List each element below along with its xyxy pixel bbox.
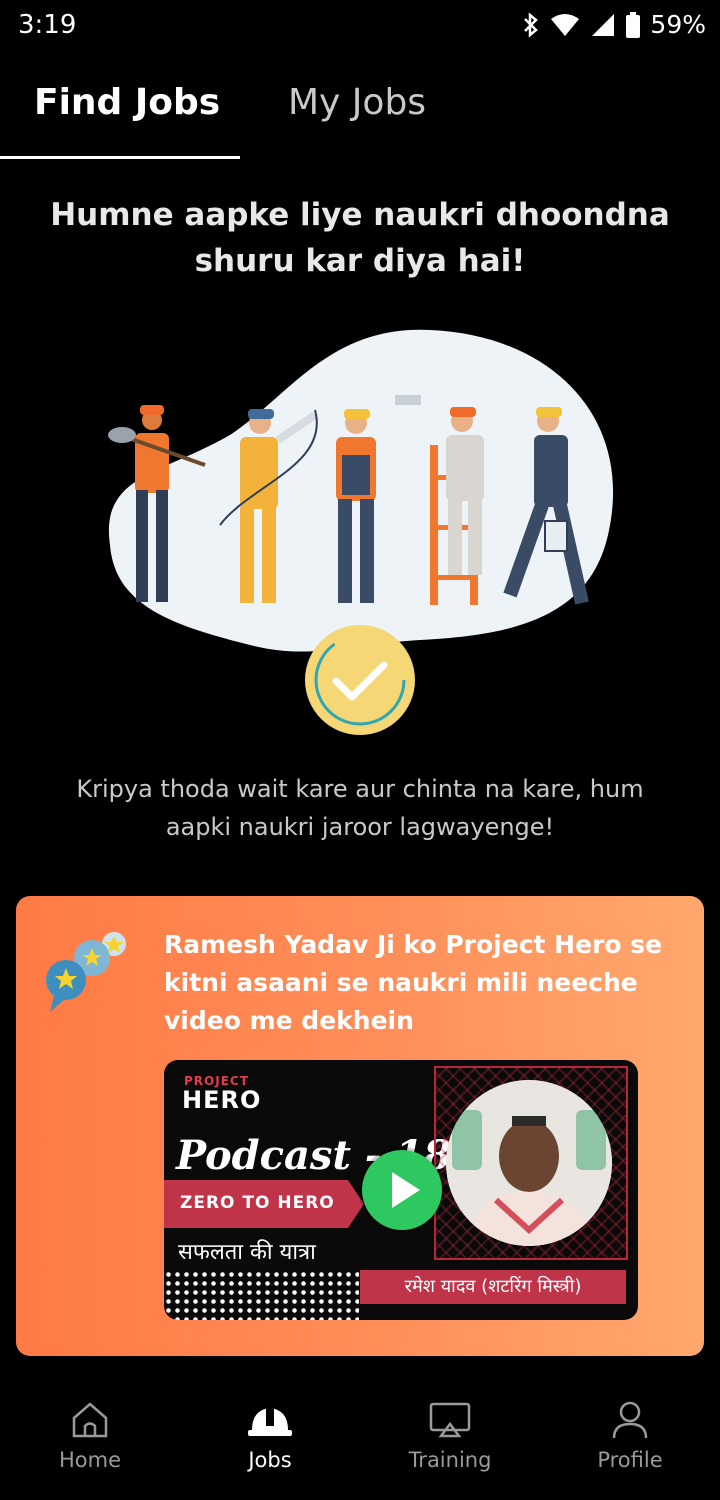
brand-logo: HERO [182, 1086, 262, 1114]
status-time: 3:19 [18, 10, 77, 40]
signal-icon [592, 13, 615, 36]
workers-illustration [90, 325, 630, 745]
nav-jobs-label: Jobs [248, 1448, 292, 1472]
hard-hat-icon [248, 1406, 292, 1436]
status-icons: 59% [522, 10, 706, 39]
nav-home[interactable]: Home [0, 1400, 180, 1472]
promo-card[interactable]: Ramesh Yadav Ji ko Project Hero se kitni… [16, 896, 704, 1356]
battery-icon [626, 11, 641, 38]
tab-my-jobs[interactable]: My Jobs [288, 82, 426, 123]
video-thumbnail[interactable]: PROJECT HERO Podcast - 18 ZERO TO HERO स… [164, 1060, 638, 1320]
page-headline: Humne aapke liye naukri dhoondna shuru k… [50, 197, 670, 279]
battery-percent: 59% [650, 10, 706, 39]
home-icon [72, 1402, 108, 1438]
speaker-name-banner: रमेश यादव (शटरिंग मिस्त्री) [360, 1270, 626, 1304]
active-tab-indicator [0, 156, 240, 159]
tab-find-jobs[interactable]: Find Jobs [34, 82, 220, 123]
zero-to-hero-text: ZERO TO HERO [180, 1193, 335, 1213]
nav-training[interactable]: Training [360, 1400, 540, 1472]
wifi-icon [551, 13, 580, 36]
hindi-tagline: सफलता की यात्रा [178, 1240, 316, 1265]
screen-play-icon [429, 1402, 471, 1438]
dot-pattern [164, 1270, 359, 1320]
zero-to-hero-banner: ZERO TO HERO [164, 1180, 364, 1228]
bluetooth-icon [524, 11, 539, 38]
status-bar: 3:19 59% [0, 0, 720, 52]
stars-chat-icon [46, 932, 126, 1012]
play-button[interactable] [362, 1150, 442, 1230]
promo-text: Ramesh Yadav Ji ko Project Hero se kitni… [164, 930, 663, 1035]
nav-home-label: Home [58, 1448, 121, 1472]
check-circle-icon [305, 625, 415, 735]
nav-jobs[interactable]: Jobs [180, 1400, 360, 1472]
nav-profile[interactable]: Profile [540, 1400, 720, 1472]
nav-profile-label: Profile [597, 1448, 663, 1472]
tab-bar: Find Jobs My Jobs [0, 70, 720, 160]
wait-message: Kripya thoda wait kare aur chinta na kar… [76, 775, 644, 841]
bottom-navigation: Home Jobs Training Profile [0, 1392, 720, 1500]
nav-training-label: Training [408, 1448, 492, 1472]
play-icon [392, 1172, 420, 1208]
speaker-photo [446, 1080, 612, 1246]
person-icon [612, 1401, 648, 1439]
